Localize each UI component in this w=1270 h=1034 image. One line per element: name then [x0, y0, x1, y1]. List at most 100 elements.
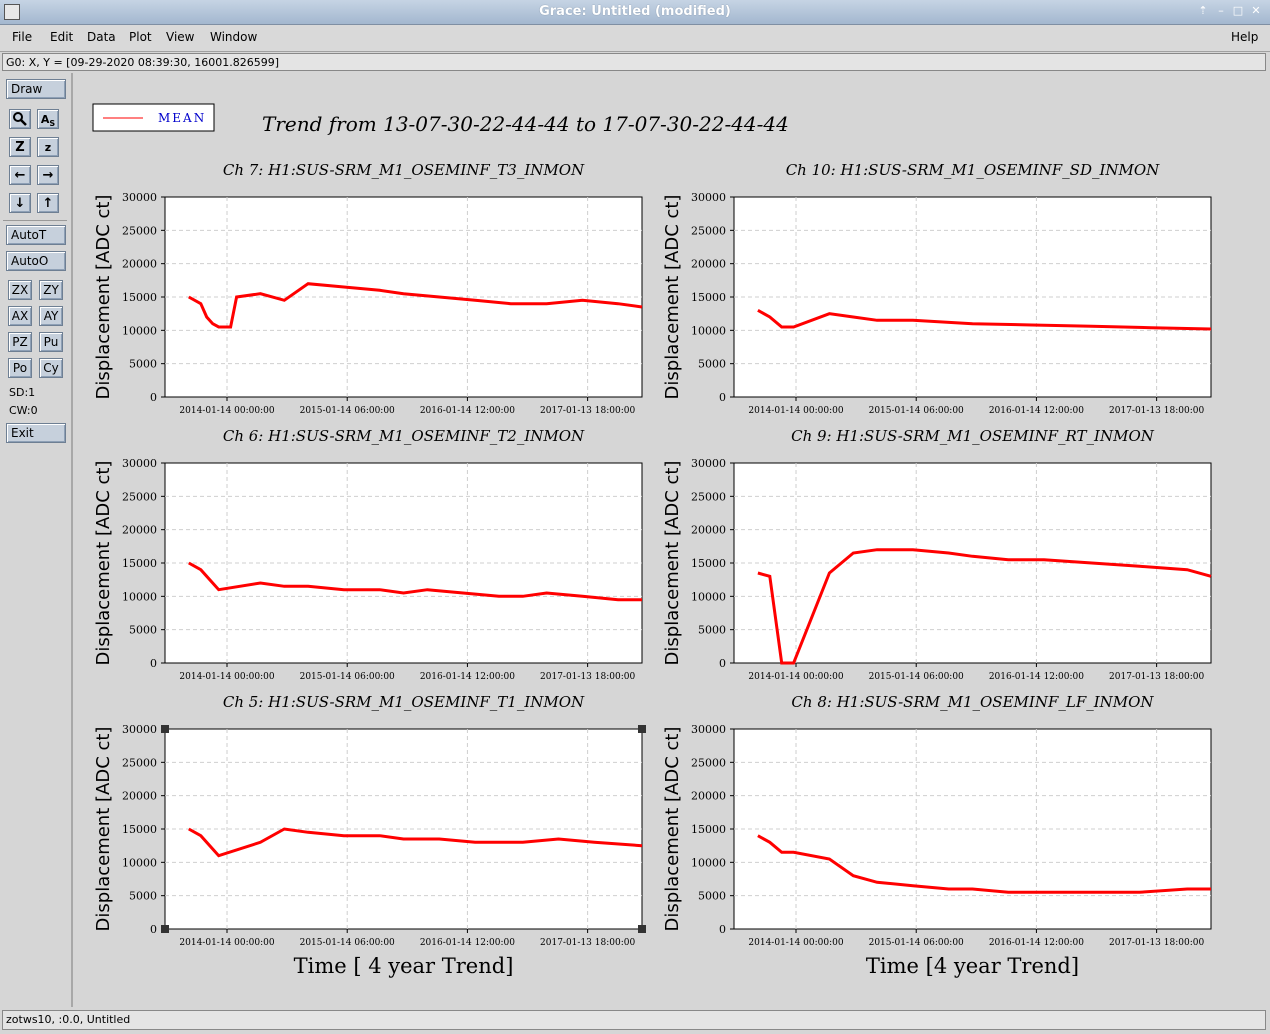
- y-tick-label: 25000: [691, 224, 726, 237]
- y-tick-label: 0: [150, 657, 157, 670]
- selection-handle[interactable]: [638, 725, 646, 733]
- menu-data[interactable]: Data: [87, 30, 116, 44]
- y-tick-label: 15000: [122, 291, 157, 304]
- x-tick-label: 2014-01-14 00:00:00: [748, 406, 843, 416]
- y-tick-label: 5000: [129, 358, 157, 371]
- current-world-label: CW:0: [9, 404, 38, 417]
- chart-panel[interactable]: Ch 5: H1:SUS-SRM_M1_OSEMINF_T1_INMON 0 500…: [93, 693, 646, 978]
- y-tick-label: 15000: [691, 557, 726, 570]
- graph-canvas[interactable]: MEAN Trend from 13-07-30-22-44-44 to 17-…: [75, 77, 1265, 997]
- y-axis-label: Displacement [ADC ct]: [93, 195, 114, 400]
- menu-window[interactable]: Window: [210, 30, 257, 44]
- y-tick-label: 0: [719, 391, 726, 404]
- autot-button[interactable]: AutoT: [6, 225, 66, 245]
- y-tick-label: 25000: [122, 490, 157, 503]
- y-tick-label: 25000: [691, 490, 726, 503]
- status-bar: zotws10, :0.0, Untitled: [2, 1010, 1266, 1030]
- selection-handle[interactable]: [161, 925, 169, 933]
- figure-title: Trend from 13-07-30-22-44-44 to 17-07-30…: [262, 112, 789, 136]
- x-axis-label: Time [ 4 year Trend]: [294, 954, 514, 978]
- shade-icon[interactable]: ⇡: [1196, 4, 1210, 18]
- arrow-left-icon[interactable]: ←: [9, 165, 31, 185]
- maximize-icon[interactable]: □: [1231, 4, 1245, 18]
- x-tick-label: 2016-01-14 12:00:00: [420, 672, 515, 682]
- pz-button[interactable]: PZ: [8, 332, 32, 352]
- cy-button[interactable]: Cy: [39, 358, 63, 378]
- tool-panel: Draw AS Z z ← → ↓ ↑ AutoT AutoO ZX ZY AX…: [0, 73, 73, 1007]
- y-tick-label: 20000: [691, 524, 726, 537]
- y-tick-label: 25000: [122, 756, 157, 769]
- x-tick-label: 2017-01-13 18:00:00: [1109, 406, 1204, 416]
- chart-title: Ch 10: H1:SUS-SRM_M1_OSEMINF_SD_INMON: [786, 161, 1160, 179]
- zoom-icon[interactable]: [9, 109, 31, 129]
- chart-panel[interactable]: Ch 9: H1:SUS-SRM_M1_OSEMINF_RT_INMON 0 500…: [662, 427, 1212, 682]
- x-tick-label: 2016-01-14 12:00:00: [420, 938, 515, 948]
- chart-title: Ch 7: H1:SUS-SRM_M1_OSEMINF_T3_INMON: [223, 161, 585, 179]
- menu-edit[interactable]: Edit: [50, 30, 73, 44]
- chart-panel[interactable]: Ch 10: H1:SUS-SRM_M1_OSEMINF_SD_INMON 0 50…: [662, 161, 1212, 416]
- chart-title: Ch 5: H1:SUS-SRM_M1_OSEMINF_T1_INMON: [223, 693, 585, 711]
- y-tick-label: 10000: [691, 590, 726, 603]
- y-tick-label: 10000: [691, 856, 726, 869]
- arrow-right-icon[interactable]: →: [37, 165, 59, 185]
- y-tick-label: 15000: [122, 557, 157, 570]
- x-tick-label: 2017-01-13 18:00:00: [540, 938, 635, 948]
- selection-handle[interactable]: [638, 925, 646, 933]
- y-axis-label: Displacement [ADC ct]: [93, 461, 114, 666]
- y-tick-label: 10000: [122, 856, 157, 869]
- x-tick-label: 2015-01-14 06:00:00: [869, 938, 964, 948]
- autoscale-text-icon[interactable]: AS: [37, 109, 59, 129]
- y-tick-label: 15000: [691, 291, 726, 304]
- chart-panel[interactable]: Ch 7: H1:SUS-SRM_M1_OSEMINF_T3_INMON 0 500…: [93, 161, 643, 416]
- y-tick-label: 30000: [122, 723, 157, 736]
- window-title: Grace: Untitled (modified): [539, 4, 731, 19]
- x-tick-label: 2017-01-13 18:00:00: [540, 672, 635, 682]
- ay-button[interactable]: AY: [39, 306, 63, 326]
- zy-button[interactable]: ZY: [39, 280, 63, 300]
- y-tick-label: 20000: [122, 258, 157, 271]
- menu-file[interactable]: File: [12, 30, 32, 44]
- ax-button[interactable]: AX: [8, 306, 32, 326]
- y-tick-label: 10000: [691, 324, 726, 337]
- y-tick-label: 5000: [698, 890, 726, 903]
- x-tick-label: 2016-01-14 12:00:00: [989, 938, 1084, 948]
- chart-panel[interactable]: Ch 6: H1:SUS-SRM_M1_OSEMINF_T2_INMON 0 500…: [93, 427, 643, 682]
- graph-figure[interactable]: MEAN Trend from 13-07-30-22-44-44 to 17-…: [75, 77, 1265, 997]
- chart-title: Ch 8: H1:SUS-SRM_M1_OSEMINF_LF_INMON: [791, 693, 1154, 711]
- zx-button[interactable]: ZX: [8, 280, 32, 300]
- y-tick-label: 10000: [122, 590, 157, 603]
- x-tick-label: 2016-01-14 12:00:00: [989, 406, 1084, 416]
- y-axis-label: Displacement [ADC ct]: [662, 461, 683, 666]
- arrow-down-icon[interactable]: ↓: [9, 193, 31, 213]
- arrow-up-icon[interactable]: ↑: [37, 193, 59, 213]
- y-tick-label: 20000: [691, 790, 726, 803]
- close-icon[interactable]: ✕: [1249, 4, 1263, 18]
- exit-button[interactable]: Exit: [6, 423, 66, 443]
- y-tick-label: 20000: [122, 790, 157, 803]
- chart-panel[interactable]: Ch 8: H1:SUS-SRM_M1_OSEMINF_LF_INMON 0 500…: [662, 693, 1212, 978]
- y-tick-label: 5000: [698, 358, 726, 371]
- y-tick-label: 30000: [691, 191, 726, 204]
- chart-title: Ch 6: H1:SUS-SRM_M1_OSEMINF_T2_INMON: [223, 427, 585, 445]
- zoom-in-icon[interactable]: Z: [9, 137, 31, 157]
- y-tick-label: 30000: [122, 457, 157, 470]
- draw-button[interactable]: Draw: [6, 79, 66, 99]
- selection-handle[interactable]: [161, 725, 169, 733]
- minimize-icon[interactable]: –: [1214, 4, 1228, 18]
- y-tick-label: 30000: [122, 191, 157, 204]
- autoo-button[interactable]: AutoO: [6, 251, 66, 271]
- y-tick-label: 0: [719, 923, 726, 936]
- y-tick-label: 30000: [691, 723, 726, 736]
- menu-plot[interactable]: Plot: [129, 30, 152, 44]
- x-tick-label: 2015-01-14 06:00:00: [300, 672, 395, 682]
- x-tick-label: 2014-01-14 00:00:00: [179, 406, 274, 416]
- zoom-out-icon[interactable]: z: [37, 137, 59, 157]
- menu-view[interactable]: View: [166, 30, 194, 44]
- po-button[interactable]: Po: [8, 358, 32, 378]
- x-tick-label: 2015-01-14 06:00:00: [869, 672, 964, 682]
- menu-help[interactable]: Help: [1231, 30, 1258, 44]
- y-tick-label: 30000: [691, 457, 726, 470]
- pu-button[interactable]: Pu: [39, 332, 63, 352]
- y-tick-label: 0: [719, 657, 726, 670]
- x-tick-label: 2016-01-14 12:00:00: [420, 406, 515, 416]
